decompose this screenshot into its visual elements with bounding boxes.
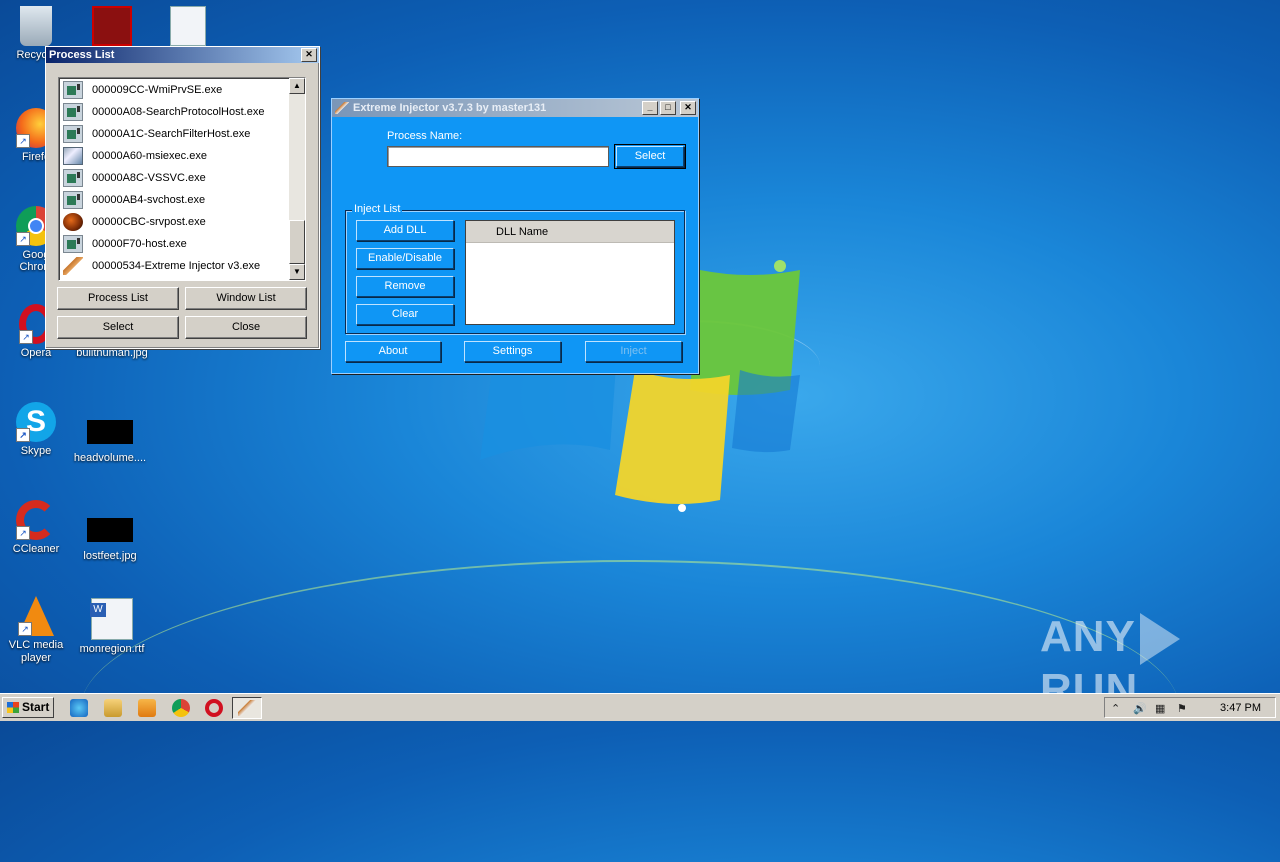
action-center-flag-icon[interactable]: ⚑ [1177, 702, 1187, 715]
injector-icon [238, 700, 256, 716]
image-thumbnail-icon [87, 518, 133, 542]
shortcut-arrow-icon: ↗ [18, 622, 32, 636]
chrome-icon[interactable] [172, 699, 190, 717]
list-item[interactable]: 00000AB4-svchost.exe [63, 189, 288, 211]
clock[interactable]: 3:47 PM [1220, 702, 1261, 714]
desktop-icon-label: VLC media player [8, 639, 64, 664]
list-item[interactable]: 00000A60-msiexec.exe [63, 145, 288, 167]
image-thumbnail-icon [87, 420, 133, 444]
shortcut-arrow-icon: ↗ [19, 330, 33, 344]
generic-app-icon [63, 169, 83, 187]
scrollbar-thumb[interactable] [289, 220, 305, 264]
settings-button[interactable]: Settings [464, 341, 561, 362]
desktop-icon-lostfeet[interactable]: lostfeet.jpg [72, 518, 148, 562]
desktop-icon-word-doc[interactable] [150, 6, 226, 49]
network-icon[interactable]: ▦ [1155, 702, 1165, 715]
desktop-icon-ccleaner[interactable]: ↗ CCleaner [0, 500, 74, 555]
inject-button[interactable]: Inject [585, 341, 682, 362]
desktop-icon-label: Skype [20, 445, 52, 457]
desktop-icon-acrobat[interactable] [74, 6, 150, 49]
close-icon[interactable]: ✕ [301, 48, 317, 62]
list-item[interactable]: 00000CBC-srvpost.exe [63, 211, 288, 233]
show-hidden-icons-icon[interactable]: ⌃ [1111, 702, 1120, 715]
shortcut-arrow-icon: ↗ [16, 526, 30, 540]
select-button[interactable]: Select [57, 316, 179, 339]
installer-icon [63, 147, 83, 165]
injector-titlebar[interactable]: Extreme Injector v3.7.3 by master131 _ □… [332, 99, 698, 117]
file-explorer-icon[interactable] [104, 699, 122, 717]
desktop-icon-label: headvolume.... [73, 452, 147, 464]
desktop-icon-monregion[interactable]: W monregion.rtf [74, 598, 150, 655]
process-list-titlebar[interactable]: Process List ✕ [46, 47, 319, 63]
add-dll-button[interactable]: Add DLL [356, 220, 454, 241]
desktop-icon-skype[interactable]: S ↗ Skype [0, 402, 74, 457]
injector-app-icon [335, 102, 349, 114]
list-item[interactable]: 00000534-Extreme Injector v3.exe [63, 255, 288, 277]
process-listbox[interactable]: 000009CC-WmiPrvSE.exe 00000A08-SearchPro… [58, 77, 306, 281]
process-name-label: Process Name: [387, 130, 463, 142]
list-item[interactable]: 00000A08-SearchProtocolHost.exe [63, 101, 288, 123]
taskbar: Start ⌃ 🔊 ▦ ⚑ 3:47 PM [0, 693, 1280, 721]
process-list-button[interactable]: Process List [57, 287, 179, 310]
ccleaner-icon: ↗ [16, 500, 56, 540]
select-process-button[interactable]: Select [614, 144, 686, 169]
dll-name-column-header[interactable]: DLL Name [466, 221, 674, 243]
clear-button[interactable]: Clear [356, 304, 454, 325]
process-name-input[interactable] [387, 146, 609, 167]
close-icon[interactable]: ✕ [680, 101, 696, 115]
windows-flag-icon [7, 702, 19, 713]
play-logo-icon [1139, 613, 1180, 666]
internet-explorer-icon[interactable] [70, 699, 88, 717]
window-title: Process List [49, 49, 115, 61]
close-button[interactable]: Close [185, 316, 307, 339]
skype-icon: S ↗ [16, 402, 56, 442]
acrobat-icon [92, 6, 132, 46]
remove-button[interactable]: Remove [356, 276, 454, 297]
extreme-injector-window: Extreme Injector v3.7.3 by master131 _ □… [331, 98, 699, 374]
inject-list-label: Inject List [352, 203, 403, 215]
desktop-icon-vlc[interactable]: ↗ VLC media player [0, 596, 74, 665]
desktop-icon-label: CCleaner [12, 543, 60, 555]
start-button[interactable]: Start [2, 697, 54, 718]
system-tray: ⌃ 🔊 ▦ ⚑ 3:47 PM [1104, 697, 1276, 718]
scroll-down-arrow-icon[interactable]: ▼ [289, 264, 305, 280]
window-title: Extreme Injector v3.7.3 by master131 [353, 102, 547, 114]
window-list-button[interactable]: Window List [185, 287, 307, 310]
shortcut-arrow-icon: ↗ [16, 428, 30, 442]
media-player-icon[interactable] [138, 699, 156, 717]
generic-app-icon [63, 191, 83, 209]
word-document-icon: W [90, 598, 133, 640]
process-list-window: Process List ✕ 000009CC-WmiPrvSE.exe 000… [45, 46, 320, 349]
word-document-icon [170, 6, 206, 46]
generic-app-icon [63, 125, 83, 143]
enable-disable-button[interactable]: Enable/Disable [356, 248, 454, 269]
vertical-scrollbar[interactable]: ▲ ▼ [289, 78, 305, 280]
injector-icon [63, 257, 83, 275]
scroll-up-arrow-icon[interactable]: ▲ [289, 78, 305, 94]
desktop-icon-label: monregion.rtf [79, 643, 145, 655]
generic-app-icon [63, 235, 83, 253]
maximize-icon[interactable]: □ [660, 101, 676, 115]
list-item[interactable]: 00000F70-host.exe [63, 233, 288, 255]
generic-app-icon [63, 81, 83, 99]
taskbar-item-extreme-injector[interactable] [232, 697, 262, 719]
dll-list[interactable]: DLL Name [465, 220, 675, 325]
vlc-cone-icon: ↗ [18, 596, 54, 636]
list-item[interactable]: 00000A8C-VSSVC.exe [63, 167, 288, 189]
recycle-bin-icon [20, 6, 52, 46]
desktop-icon-label: lostfeet.jpg [83, 550, 137, 562]
volume-icon[interactable]: 🔊 [1133, 702, 1147, 715]
shortcut-arrow-icon: ↗ [16, 232, 30, 246]
srvpost-icon [63, 213, 83, 231]
shortcut-arrow-icon: ↗ [16, 134, 30, 148]
opera-icon[interactable] [205, 699, 223, 717]
list-item[interactable]: 000009CC-WmiPrvSE.exe [63, 79, 288, 101]
generic-app-icon [63, 103, 83, 121]
desktop-icon-headvolume[interactable]: headvolume.... [72, 420, 148, 464]
about-button[interactable]: About [345, 341, 441, 362]
minimize-icon[interactable]: _ [642, 101, 658, 115]
list-item[interactable]: 00000A1C-SearchFilterHost.exe [63, 123, 288, 145]
